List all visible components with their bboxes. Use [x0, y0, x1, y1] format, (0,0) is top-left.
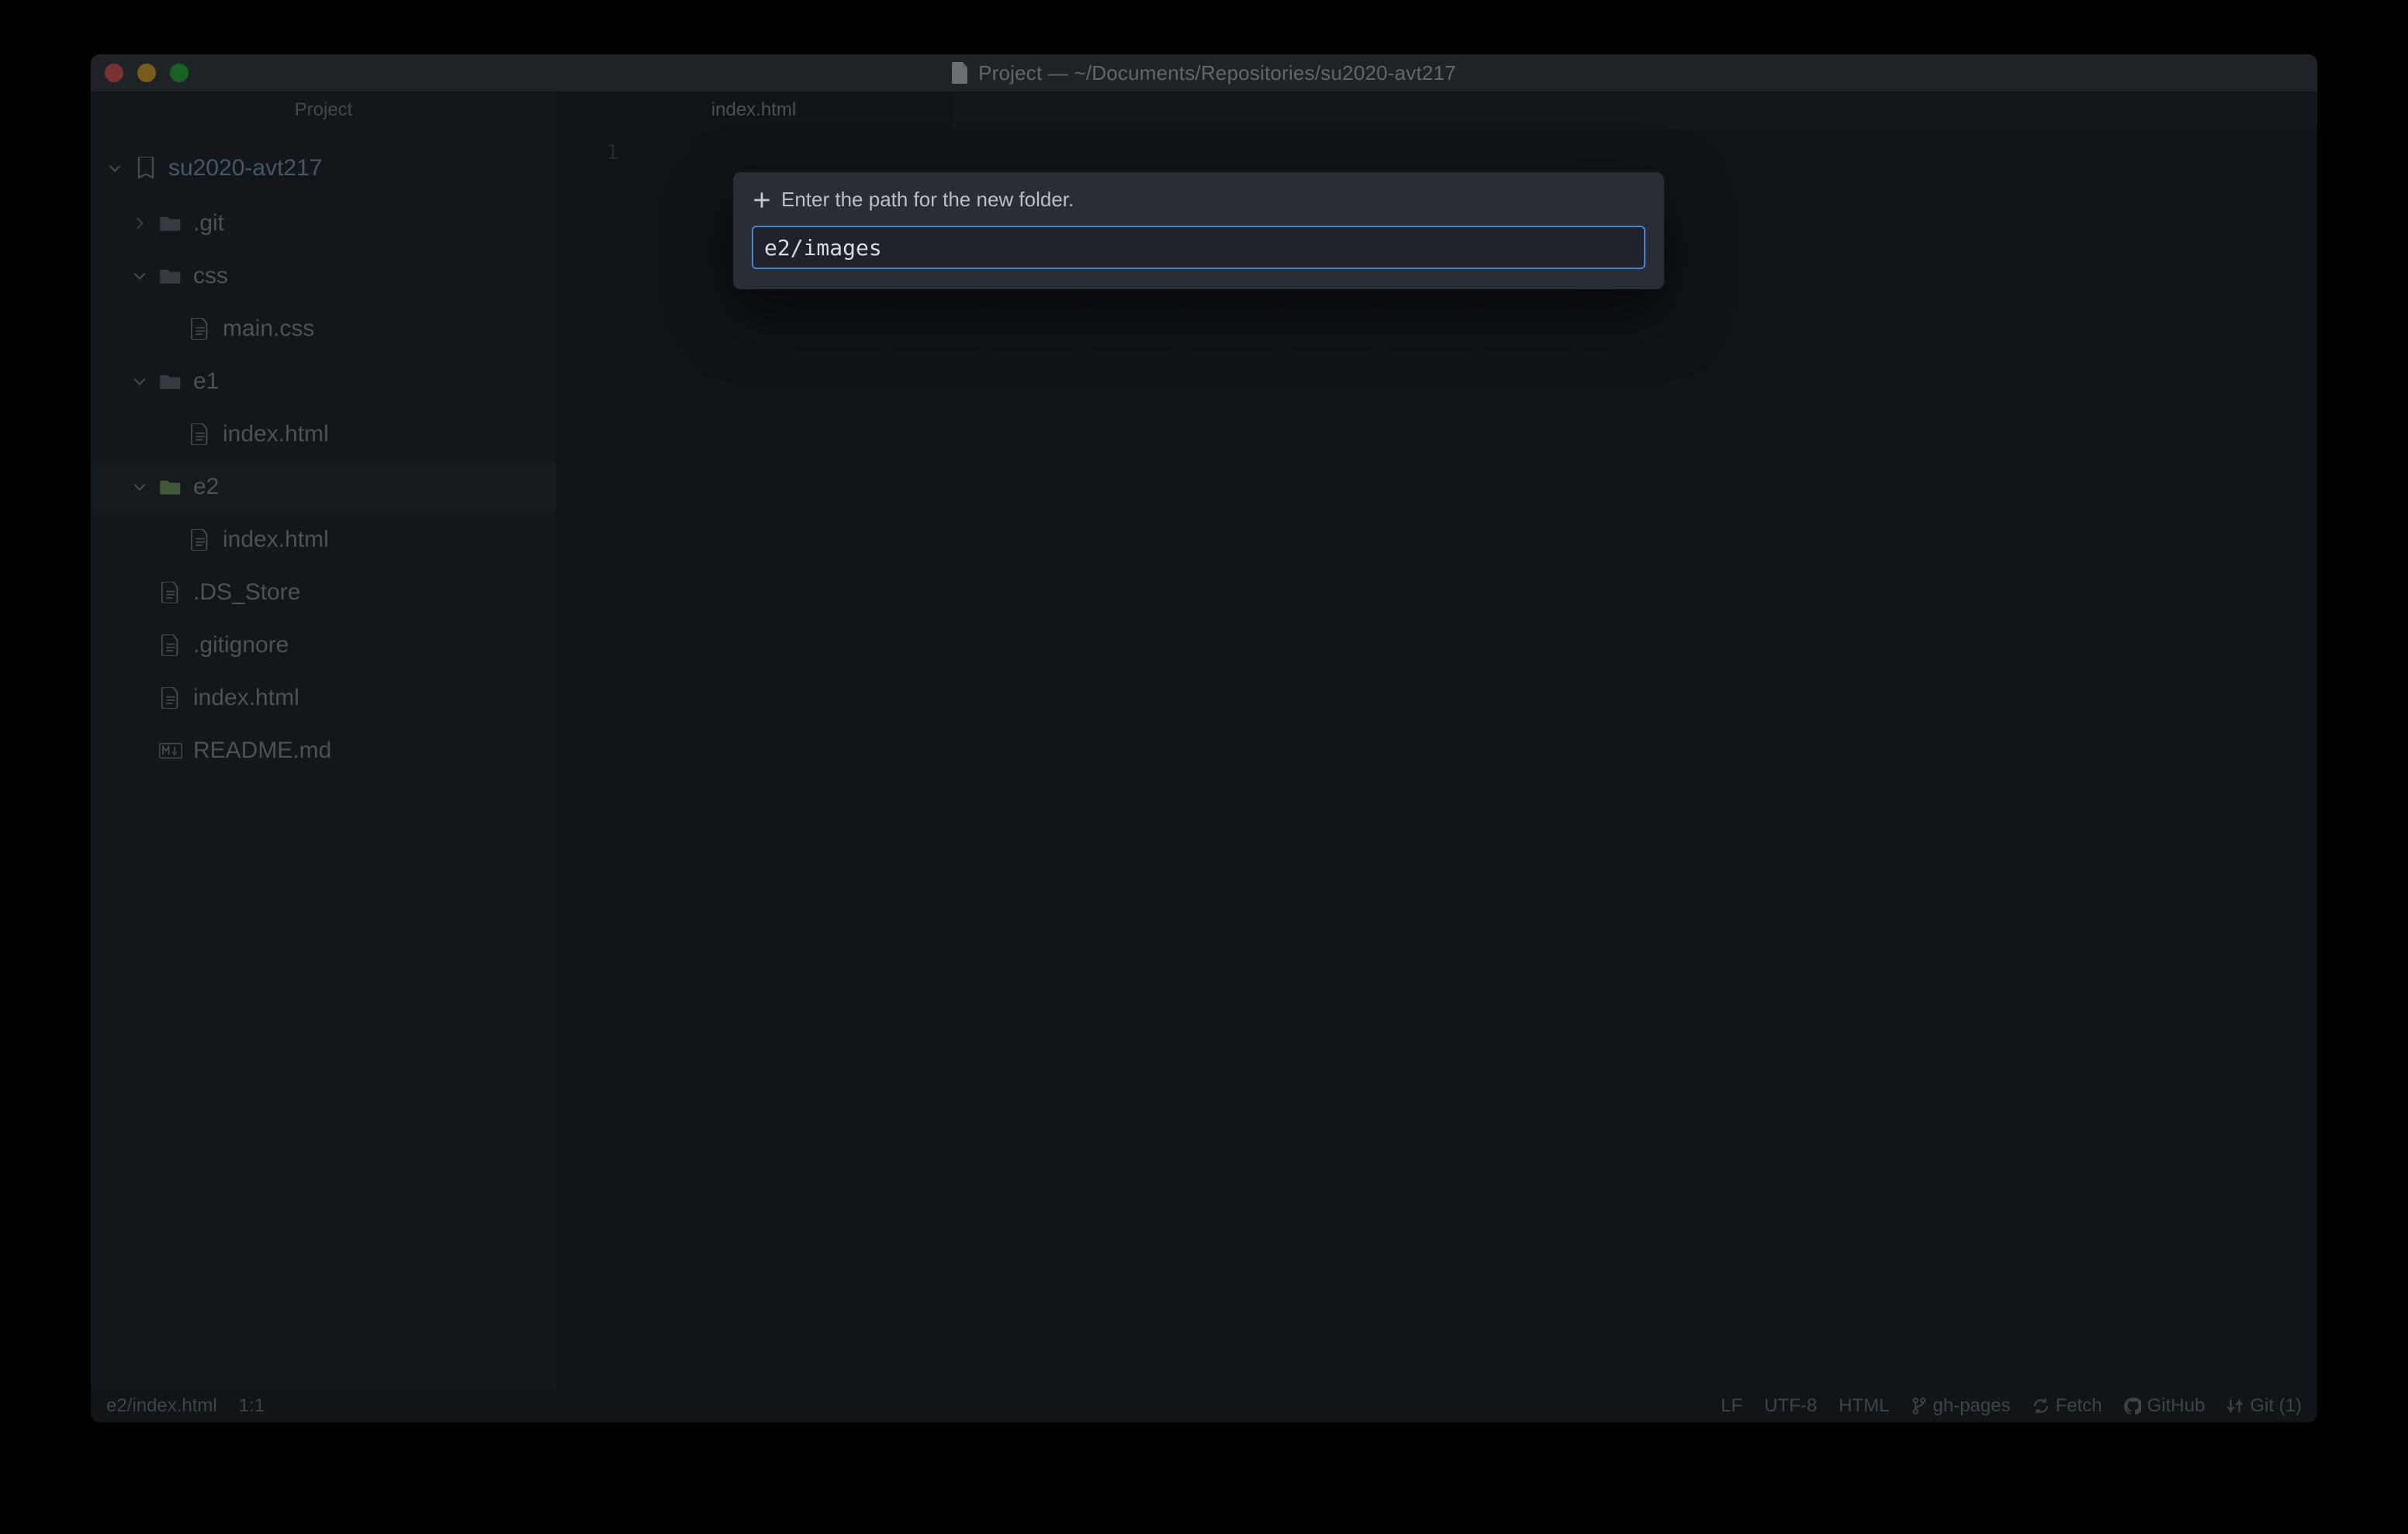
- new-folder-dialog: Enter the path for the new folder.: [733, 172, 1664, 289]
- app-body: Project su2020-avt217: [91, 92, 2317, 1388]
- plus-icon: [753, 192, 770, 209]
- new-folder-path-input[interactable]: [752, 226, 1645, 269]
- dialog-prompt: Enter the path for the new folder.: [781, 188, 1074, 212]
- app-window: Project — ~/Documents/Repositories/su202…: [91, 54, 2317, 1422]
